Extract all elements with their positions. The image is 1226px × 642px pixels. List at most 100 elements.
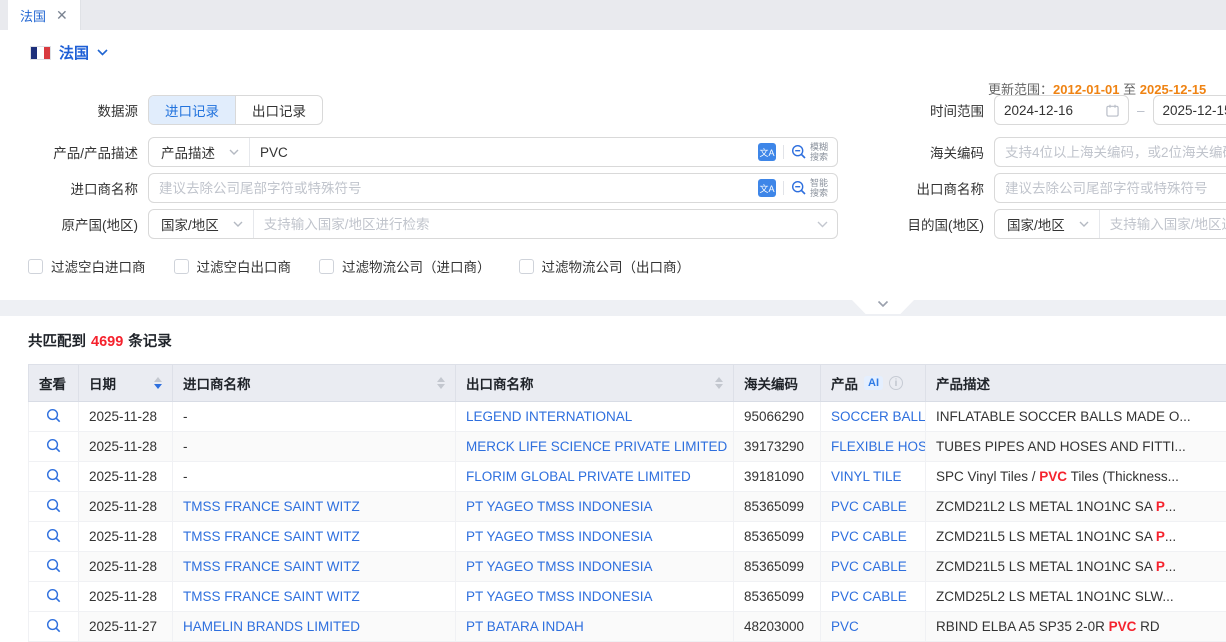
collapse-handle[interactable]	[852, 300, 914, 314]
chevron-down-icon	[1079, 221, 1089, 227]
row-exporter[interactable]: PT YAGEO TMSS INDONESIA	[466, 589, 653, 604]
country-selector[interactable]: 法国	[30, 42, 108, 63]
search-icon	[46, 558, 61, 573]
row-importer[interactable]: TMSS FRANCE SAINT WITZ	[183, 499, 360, 514]
view-record-button[interactable]	[46, 558, 61, 573]
translate-icon[interactable]: 文A	[758, 143, 776, 161]
row-date: 2025-11-28	[89, 529, 157, 544]
tab-france[interactable]: 法国 ✕	[8, 0, 81, 30]
row-exporter[interactable]: PT YAGEO TMSS INDONESIA	[466, 529, 653, 544]
col-importer[interactable]: 进口商名称	[173, 365, 456, 402]
row-product[interactable]: VINYL TILE	[831, 469, 902, 484]
table-body: 2025-11-28 - LEGEND INTERNATIONAL 950662…	[29, 402, 1226, 642]
search-icon	[46, 618, 61, 633]
row-product[interactable]: PVC CABLE	[831, 499, 907, 514]
filter-checkbox-0[interactable]: 过滤空白进口商	[28, 256, 146, 276]
date-start-input[interactable]	[1004, 103, 1094, 118]
tab-import-records[interactable]: 进口记录	[149, 96, 235, 124]
origin-type-select[interactable]: 国家/地区	[149, 210, 254, 238]
search-minus-icon	[791, 144, 807, 160]
row-exporter[interactable]: FLORIM GLOBAL PRIVATE LIMITED	[466, 469, 691, 484]
cell-hs-code: 85365099	[734, 522, 821, 552]
checkbox-icon[interactable]	[319, 259, 334, 274]
window-tab-bar: 法国 ✕	[0, 0, 1226, 30]
chevron-down-icon	[877, 300, 889, 308]
row-importer[interactable]: TMSS FRANCE SAINT WITZ	[183, 589, 360, 604]
row-product[interactable]: FLEXIBLE HOSE PVC	[831, 439, 926, 454]
exporter-input[interactable]	[995, 181, 1226, 196]
view-record-button[interactable]	[46, 438, 61, 453]
sort-icon-exporter[interactable]	[715, 377, 723, 389]
view-record-button[interactable]	[46, 528, 61, 543]
filter-checkbox-1[interactable]: 过滤空白出口商	[174, 256, 292, 276]
view-record-button[interactable]	[46, 588, 61, 603]
row-product[interactable]: PVC CABLE	[831, 559, 907, 574]
search-icon	[46, 588, 61, 603]
sort-icon-date[interactable]	[154, 377, 162, 389]
row-exporter[interactable]: PT BATARA INDAH	[466, 619, 584, 634]
row-product[interactable]: SOCCER BALL	[831, 409, 926, 424]
checkbox-icon[interactable]	[174, 259, 189, 274]
cell-product: FLEXIBLE HOSE PVC	[821, 432, 926, 462]
row-product[interactable]: PVC CABLE	[831, 589, 907, 604]
row-exporter[interactable]: MERCK LIFE SCIENCE PRIVATE LIMITED	[466, 439, 727, 454]
cell-view	[29, 522, 79, 552]
row-exporter[interactable]: LEGEND INTERNATIONAL	[466, 409, 632, 424]
col-date[interactable]: 日期	[79, 365, 173, 402]
filter-checkbox-3[interactable]: 过滤物流公司（出口商）	[519, 256, 691, 276]
info-icon[interactable]: i	[889, 376, 903, 390]
cell-exporter: LEGEND INTERNATIONAL	[456, 402, 734, 432]
importer-input[interactable]	[149, 181, 758, 196]
destination-type-select[interactable]: 国家/地区	[995, 210, 1100, 238]
cell-date: 2025-11-28	[79, 522, 173, 552]
row-importer[interactable]: TMSS FRANCE SAINT WITZ	[183, 529, 360, 544]
row-description: INFLATABLE SOCCER BALLS MADE O...	[936, 409, 1191, 424]
row-importer[interactable]: TMSS FRANCE SAINT WITZ	[183, 559, 360, 574]
row-hscode: 39173290	[744, 439, 804, 454]
date-start-box[interactable]	[994, 95, 1129, 125]
row-description: ZCMD21L5 LS METAL 1NO1NC SA P...	[936, 559, 1176, 574]
origin-country-input[interactable]	[254, 217, 817, 232]
translate-icon[interactable]: 文A	[758, 179, 776, 197]
chevron-down-icon[interactable]	[97, 49, 108, 56]
view-record-button[interactable]	[46, 498, 61, 513]
row-exporter[interactable]: PT YAGEO TMSS INDONESIA	[466, 559, 653, 574]
filter-checkbox-2[interactable]: 过滤物流公司（进口商）	[319, 256, 491, 276]
description-text: ...	[1165, 529, 1176, 544]
smart-search-toggle[interactable]: 智能搜索	[791, 178, 828, 199]
row-importer[interactable]: HAMELIN BRANDS LIMITED	[183, 619, 360, 634]
cell-hs-code: 85365099	[734, 552, 821, 582]
view-record-button[interactable]	[46, 408, 61, 423]
close-icon[interactable]: ✕	[56, 8, 68, 22]
row-product[interactable]: PVC CABLE	[831, 529, 907, 544]
product-input[interactable]	[250, 145, 758, 160]
calendar-icon[interactable]	[1106, 104, 1119, 117]
origin-input-group: 国家/地区	[148, 209, 838, 239]
destination-country-input[interactable]	[1100, 217, 1226, 232]
destination-label: 目的国(地区)	[900, 214, 994, 234]
cell-product: PVC CABLE	[821, 492, 926, 522]
row-hscode: 85365099	[744, 499, 804, 514]
tab-export-records[interactable]: 出口记录	[235, 96, 322, 124]
checkbox-icon[interactable]	[519, 259, 534, 274]
col-exporter[interactable]: 出口商名称	[456, 365, 734, 402]
field-data-source: 数据源 进口记录 出口记录	[0, 95, 323, 125]
row-product[interactable]: PVC	[831, 619, 859, 634]
sort-icon-importer[interactable]	[437, 377, 445, 389]
chevron-down-icon[interactable]	[817, 221, 828, 228]
row-exporter[interactable]: PT YAGEO TMSS INDONESIA	[466, 499, 653, 514]
hs-code-input[interactable]	[995, 145, 1226, 160]
search-icon	[46, 408, 61, 423]
search-icon	[46, 438, 61, 453]
checkbox-icon[interactable]	[28, 259, 43, 274]
date-end-input[interactable]	[1163, 103, 1226, 118]
view-record-button[interactable]	[46, 618, 61, 633]
fuzzy-search-toggle[interactable]: 模糊搜索	[791, 142, 828, 163]
divider	[783, 181, 784, 195]
cell-hs-code: 39181090	[734, 462, 821, 492]
date-end-box[interactable]	[1153, 95, 1226, 125]
product-type-select[interactable]: 产品描述	[149, 138, 250, 166]
view-record-button[interactable]	[46, 468, 61, 483]
cell-description: ZCMD21L2 LS METAL 1NO1NC SA P...	[926, 492, 1226, 522]
row-importer: -	[183, 469, 188, 484]
